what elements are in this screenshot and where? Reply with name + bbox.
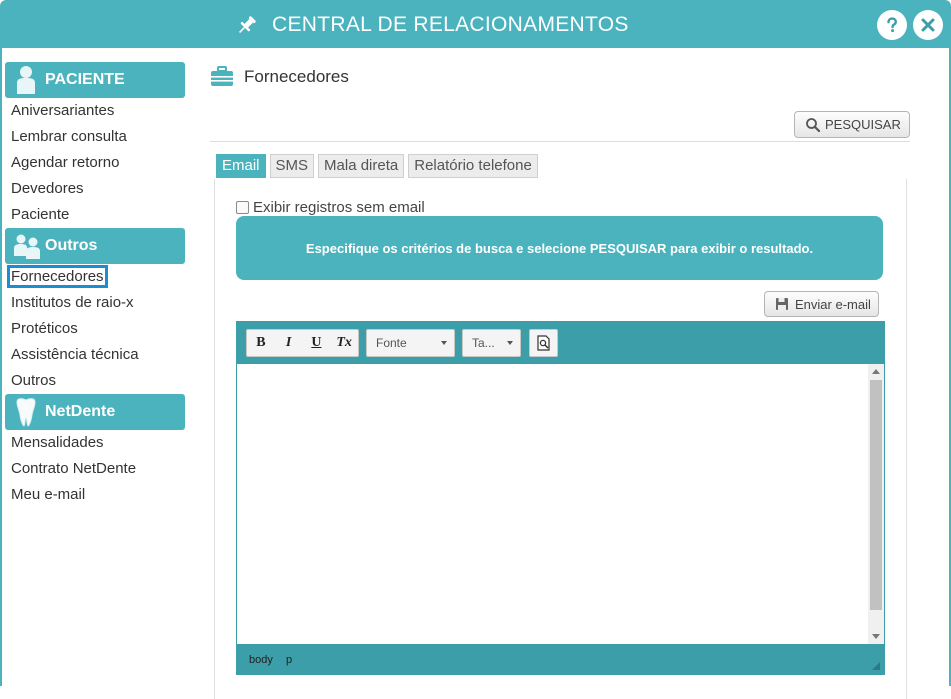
close-button[interactable]	[913, 10, 943, 40]
show-without-email-option[interactable]: Exibir registros sem email	[236, 199, 425, 216]
underline-button[interactable]: U	[303, 335, 331, 351]
search-button[interactable]: PESQUISAR	[794, 111, 910, 138]
sidebar-item-label: Protéticos	[11, 320, 78, 337]
chevron-down-icon	[507, 341, 513, 345]
sidebar-item-mensalidades[interactable]: Mensalidades	[5, 430, 185, 456]
sidebar-section-label: PACIENTE	[45, 71, 125, 88]
divider	[210, 141, 910, 142]
sidebar-item-lembrar-consulta[interactable]: Lembrar consulta	[5, 124, 185, 150]
search-icon	[806, 117, 821, 132]
preview-button[interactable]	[529, 329, 558, 357]
send-email-button[interactable]: Enviar e-mail	[764, 291, 879, 317]
sidebar-item-label: Mensalidades	[11, 434, 104, 451]
page-heading: Fornecedores	[210, 66, 349, 88]
scroll-down-icon[interactable]	[872, 634, 880, 639]
sidebar-item-agendar-retorno[interactable]: Agendar retorno	[5, 150, 185, 176]
pin-icon	[239, 16, 256, 33]
sidebar-item-label: Agendar retorno	[11, 154, 120, 171]
info-message-text: Especifique os critérios de busca e sele…	[305, 240, 814, 256]
patient-icon	[17, 66, 35, 94]
sidebar-item-paciente[interactable]: Paciente	[5, 202, 185, 228]
sidebar-item-assistencia-tecnica[interactable]: Assistência técnica	[5, 342, 185, 368]
editor-toolbar: B I U Tx Fonte Ta...	[237, 322, 884, 364]
tab-mala-direta[interactable]: Mala direta	[318, 154, 405, 178]
sidebar-item-label: Contrato NetDente	[11, 460, 137, 477]
element-path-body[interactable]: body	[249, 654, 273, 666]
show-without-email-checkbox[interactable]	[236, 201, 249, 214]
tab-sms[interactable]: SMS	[269, 154, 315, 178]
remove-format-button[interactable]: Tx	[330, 335, 358, 351]
sidebar-item-label: Devedores	[11, 180, 84, 197]
sidebar-item-label: Assistência técnica	[11, 346, 139, 363]
title-bar: CENTRAL DE RELACIONAMENTOS	[0, 0, 951, 48]
help-button[interactable]	[877, 10, 907, 40]
element-path-p[interactable]: p	[286, 654, 292, 666]
sidebar-item-label: Meu e-mail	[11, 486, 86, 503]
tab-relatorio-telefone[interactable]: Relatório telefone	[408, 154, 538, 178]
tab-bar: Email SMS Mala direta Relatório telefone	[216, 154, 542, 178]
sidebar-section-netdente[interactable]: NetDente	[5, 394, 185, 430]
sidebar-item-label: Paciente	[11, 206, 70, 223]
format-button-group: B I U Tx	[246, 329, 359, 357]
help-icon	[887, 17, 898, 33]
send-email-label: Enviar e-mail	[795, 296, 871, 312]
editor-content-area[interactable]	[237, 364, 884, 644]
sidebar-section-paciente[interactable]: PACIENTE	[5, 62, 185, 98]
bold-button[interactable]: B	[247, 335, 275, 351]
sidebar-item-label: Aniversariantes	[11, 102, 115, 119]
italic-button[interactable]: I	[275, 335, 303, 351]
sidebar-item-fornecedores[interactable]: Fornecedores	[5, 264, 185, 290]
sidebar-item-institutos-de-raio-x[interactable]: Institutos de raio-x	[5, 290, 185, 316]
sidebar-section-label: NetDente	[45, 403, 116, 420]
close-icon	[921, 18, 935, 32]
app-title: CENTRAL DE RELACIONAMENTOS	[272, 13, 629, 36]
search-button-label: PESQUISAR	[825, 117, 901, 132]
scrollbar-thumb[interactable]	[870, 380, 882, 610]
sidebar-item-proteticos[interactable]: Protéticos	[5, 316, 185, 342]
sidebar-item-contrato-netdente[interactable]: Contrato NetDente	[5, 456, 185, 482]
sidebar-item-aniversariantes[interactable]: Aniversariantes	[5, 98, 185, 124]
font-dropdown-value: Fonte	[376, 336, 407, 350]
sidebar-item-devedores[interactable]: Devedores	[5, 176, 185, 202]
sidebar-item-label: Fornecedores	[7, 265, 108, 288]
resize-handle-icon[interactable]	[872, 662, 880, 670]
editor-scrollbar[interactable]	[868, 364, 884, 644]
show-without-email-label: Exibir registros sem email	[253, 199, 425, 216]
tab-email[interactable]: Email	[216, 154, 266, 178]
sidebar-item-outros[interactable]: Outros	[5, 368, 185, 394]
people-icon	[14, 234, 40, 259]
sidebar-item-label: Outros	[11, 372, 57, 389]
sidebar-item-label: Lembrar consulta	[11, 128, 127, 145]
email-editor: B I U Tx Fonte Ta... body p	[236, 321, 885, 675]
sidebar-section-outros[interactable]: Outros	[5, 228, 185, 264]
briefcase-icon	[211, 66, 233, 86]
window-frame-left	[0, 48, 2, 686]
info-message: Especifique os critérios de busca e sele…	[236, 216, 883, 280]
preview-icon	[536, 335, 550, 351]
chevron-down-icon	[441, 341, 447, 345]
sidebar-item-meu-e-mail[interactable]: Meu e-mail	[5, 482, 185, 508]
save-icon	[776, 298, 788, 310]
title-wrap: CENTRAL DE RELACIONAMENTOS	[236, 11, 629, 39]
sidebar-item-label: Institutos de raio-x	[11, 294, 134, 311]
tooth-icon	[16, 398, 36, 427]
font-dropdown[interactable]: Fonte	[366, 329, 455, 357]
size-dropdown-value: Ta...	[472, 336, 495, 350]
sidebar-section-label: Outros	[45, 237, 98, 254]
page-title: Fornecedores	[244, 67, 349, 86]
sidebar: PACIENTE Aniversariantes Lembrar consult…	[5, 62, 185, 508]
size-dropdown[interactable]: Ta...	[462, 329, 521, 357]
scroll-up-icon[interactable]	[872, 369, 880, 374]
editor-status-bar: body p	[237, 644, 884, 674]
